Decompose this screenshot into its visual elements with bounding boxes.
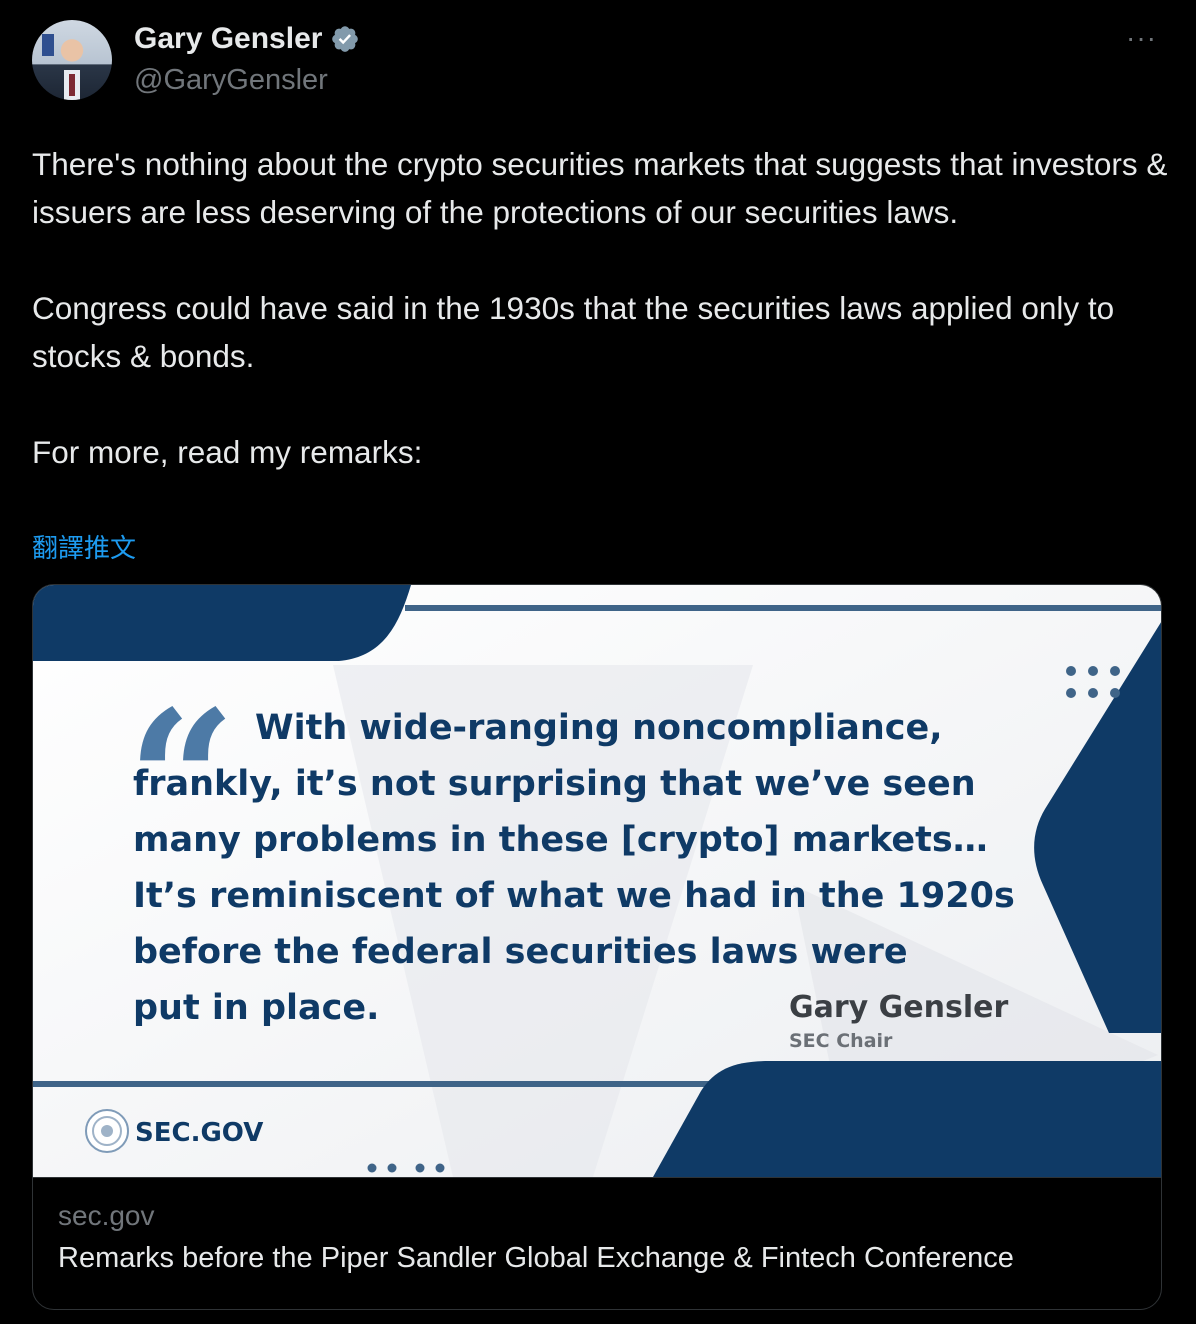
attribution-role: SEC Chair [789, 1030, 893, 1052]
author-handle[interactable]: @GaryGensler [134, 64, 328, 97]
quote-line: frankly, it’s not surprising that we’ve … [133, 764, 976, 804]
quote-line: With wide-ranging noncompliance, [255, 708, 943, 748]
quote-line: put in place. [133, 988, 379, 1028]
top-stripe [405, 605, 1161, 611]
tweet-paragraph: There's nothing about the crypto securit… [32, 146, 1168, 230]
author-name[interactable]: Gary Gensler [134, 22, 322, 56]
quote-line: many problems in these [crypto] markets… [133, 820, 988, 860]
quote-graphic: “ With wide-ranging noncompliance, frank… [33, 585, 1161, 1177]
navy-block-bottom [653, 1061, 1161, 1177]
card-domain: sec.gov [58, 1200, 155, 1231]
sec-seal-icon [85, 1109, 129, 1153]
more-options-icon[interactable]: ··· [1126, 24, 1157, 52]
card-footer[interactable]: sec.gov Remarks before the Piper Sandler… [33, 1177, 1161, 1309]
tweet-paragraph: Congress could have said in the 1930s th… [32, 290, 1115, 374]
verified-badge-icon [332, 26, 359, 52]
flag-graphic [42, 34, 54, 56]
quote-line: before the federal securities laws were [133, 932, 908, 972]
quote-line: It’s reminiscent of what we had in the 1… [133, 876, 1015, 916]
avatar[interactable] [32, 20, 112, 100]
tweet-text: There's nothing about the crypto securit… [32, 140, 1172, 476]
tie-graphic [69, 74, 75, 96]
link-card[interactable]: “ With wide-ranging noncompliance, frank… [32, 584, 1162, 1310]
attribution-name: Gary Gensler [789, 990, 1008, 1025]
author-name-row: Gary Gensler [134, 22, 360, 56]
card-title[interactable]: Remarks before the Piper Sandler Global … [58, 1242, 1014, 1275]
card-image[interactable]: “ With wide-ranging noncompliance, frank… [33, 585, 1161, 1177]
sec-logo-text: SEC.GOV [135, 1118, 263, 1148]
tweet-paragraph: For more, read my remarks: [32, 434, 423, 470]
navy-tab-top [33, 585, 411, 661]
translate-link[interactable]: 翻譯推文 [32, 528, 136, 565]
